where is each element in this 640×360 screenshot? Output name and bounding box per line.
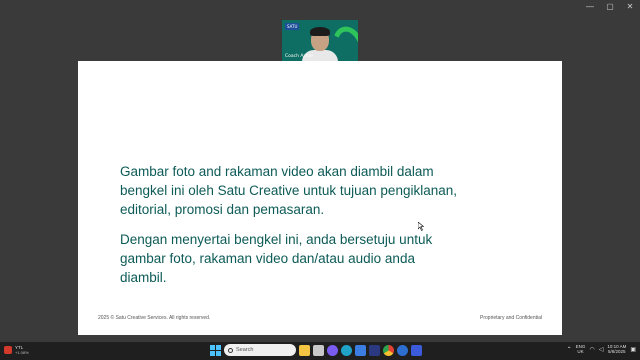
copilot-icon[interactable] [327, 344, 338, 356]
taskbar-search[interactable]: Search [224, 344, 296, 356]
slide-paragraph-2: Dengan menyertai bengkel ini, anda berse… [120, 232, 433, 285]
slide-copyright: 2025 © Satu Creative Services. All right… [98, 315, 211, 321]
system-tray: ⌃ ENG UK ◠ ◁ 10:10 AM 5/8/2025 ▣ [567, 344, 636, 354]
participant-name: Coach Azhar [285, 54, 314, 59]
chrome-icon[interactable] [383, 344, 394, 356]
search-icon [228, 347, 233, 353]
clock[interactable]: 10:10 AM 5/8/2025 [607, 344, 626, 354]
stock-change: +1.08% [15, 350, 29, 355]
windows-logo-icon [210, 344, 221, 356]
stock-widget[interactable]: YTL +1.08% [4, 345, 29, 355]
chevron-up-icon[interactable]: ⌃ [567, 346, 572, 353]
region-label: UK [577, 349, 584, 354]
slide-body: Gambar foto and rakaman video akan diamb… [120, 162, 460, 287]
volume-icon[interactable]: ◁ [599, 346, 604, 353]
edge-icon[interactable] [341, 344, 352, 356]
stock-icon [4, 346, 12, 354]
slide-paragraph-1: Gambar foto and rakaman video akan diamb… [120, 164, 457, 217]
minimize-button[interactable]: — [580, 0, 600, 14]
file-explorer-icon[interactable] [299, 344, 310, 356]
language-indicator[interactable]: ENG UK [576, 344, 586, 354]
presentation-slide: Gambar foto and rakaman video akan diamb… [78, 61, 562, 335]
maximize-button[interactable]: ▢ [600, 0, 620, 14]
zoom-icon[interactable] [411, 344, 422, 356]
window-controls: — ▢ ✕ [580, 0, 640, 14]
slide-confidential-note: Proprietary and Confidential [480, 315, 542, 321]
wifi-icon[interactable]: ◠ [589, 346, 594, 353]
taskbar-center: Search [210, 344, 422, 356]
search-label: Search [236, 347, 254, 353]
mouse-cursor-icon [418, 222, 424, 231]
close-button[interactable]: ✕ [620, 0, 640, 14]
notification-icon[interactable]: ▣ [630, 346, 636, 353]
app-icon[interactable] [369, 344, 380, 356]
media-icon[interactable] [313, 344, 324, 356]
app2-icon[interactable] [397, 344, 408, 356]
clock-date: 5/8/2025 [608, 349, 626, 354]
stock-text: YTL +1.08% [15, 345, 29, 355]
taskbar: YTL +1.08% Search ⌃ ENG UK ◠ ◁ 10:10 AM [0, 342, 640, 360]
meeting-logo: SATU [285, 23, 300, 30]
participant-hair [310, 27, 330, 36]
photos-icon[interactable] [355, 344, 366, 356]
start-button[interactable] [210, 344, 221, 356]
participant-video-tile[interactable]: SATU Coach Azhar [282, 20, 358, 61]
